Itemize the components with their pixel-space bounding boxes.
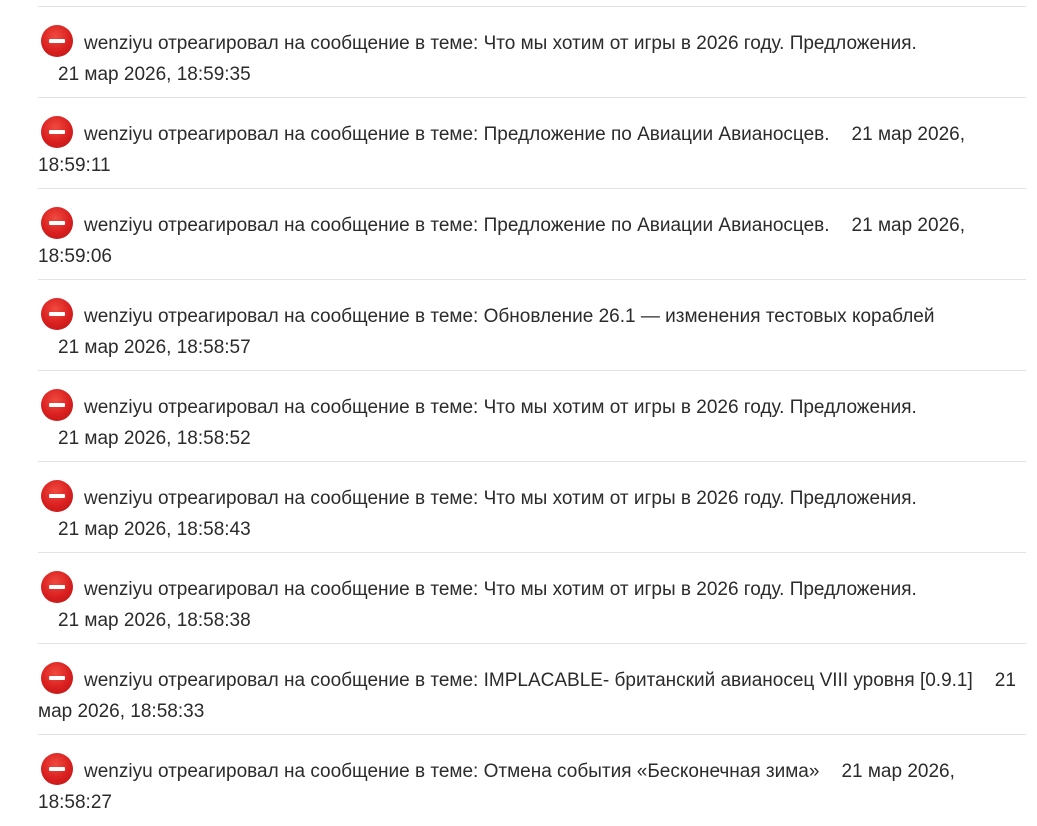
- topic-link[interactable]: Что мы хотим от игры в 2026 году. Предло…: [484, 397, 917, 418]
- activity-item: wenziyu отреагировал на сообщение в теме…: [38, 189, 1026, 280]
- user-link[interactable]: wenziyu: [84, 761, 153, 782]
- activity-text: wenziyu отреагировал на сообщение в теме…: [38, 571, 1018, 636]
- activity-text: wenziyu отреагировал на сообщение в теме…: [38, 753, 1018, 818]
- activity-feed: wenziyu отреагировал на сообщение в теме…: [38, 7, 1026, 826]
- minus-reaction-icon: [41, 298, 73, 330]
- activity-text: wenziyu отреагировал на сообщение в теме…: [38, 480, 1018, 545]
- action-text: отреагировал на сообщение в теме:: [157, 306, 479, 327]
- action-text: отреагировал на сообщение в теме:: [157, 397, 479, 418]
- minus-reaction-icon: [41, 753, 73, 785]
- topic-link[interactable]: Отмена события «Бесконечная зима»: [484, 761, 820, 782]
- activity-item: wenziyu отреагировал на сообщение в теме…: [38, 462, 1026, 553]
- topic-link[interactable]: Предложение по Авиации Авианосцев.: [484, 124, 830, 145]
- activity-item: wenziyu отреагировал на сообщение в теме…: [38, 7, 1026, 98]
- timestamp: 21 мар 2026, 18:59:35: [58, 64, 251, 85]
- topic-link[interactable]: Обновление 26.1 — изменения тестовых кор…: [484, 306, 935, 327]
- timestamp: 21 мар 2026, 18:58:38: [58, 610, 251, 631]
- activity-item: wenziyu отреагировал на сообщение в теме…: [38, 98, 1026, 189]
- activity-text: wenziyu отреагировал на сообщение в теме…: [38, 389, 1018, 454]
- minus-reaction-icon: [41, 207, 73, 239]
- action-text: отреагировал на сообщение в теме:: [157, 33, 479, 54]
- activity-text: wenziyu отреагировал на сообщение в теме…: [38, 207, 1018, 272]
- activity-text: wenziyu отреагировал на сообщение в теме…: [38, 116, 1018, 181]
- activity-item: wenziyu отреагировал на сообщение в теме…: [38, 735, 1026, 826]
- action-text: отреагировал на сообщение в теме:: [157, 215, 479, 236]
- user-link[interactable]: wenziyu: [84, 124, 153, 145]
- action-text: отреагировал на сообщение в теме:: [157, 488, 479, 509]
- action-text: отреагировал на сообщение в теме:: [157, 124, 479, 145]
- action-text: отреагировал на сообщение в теме:: [157, 761, 479, 782]
- timestamp: 21 мар 2026, 18:58:57: [58, 337, 251, 358]
- action-text: отреагировал на сообщение в теме:: [157, 670, 479, 691]
- user-link[interactable]: wenziyu: [84, 488, 153, 509]
- topic-link[interactable]: Предложение по Авиации Авианосцев.: [484, 215, 830, 236]
- activity-item: wenziyu отреагировал на сообщение в теме…: [38, 553, 1026, 644]
- minus-reaction-icon: [41, 25, 73, 57]
- topic-link[interactable]: Что мы хотим от игры в 2026 году. Предло…: [484, 33, 917, 54]
- minus-reaction-icon: [41, 389, 73, 421]
- activity-text: wenziyu отреагировал на сообщение в теме…: [38, 662, 1018, 727]
- user-link[interactable]: wenziyu: [84, 306, 153, 327]
- activity-text: wenziyu отреагировал на сообщение в теме…: [38, 298, 1018, 363]
- topic-link[interactable]: IMPLACABLE- британский авианосец VIII ур…: [484, 670, 973, 691]
- user-link[interactable]: wenziyu: [84, 579, 153, 600]
- topic-link[interactable]: Что мы хотим от игры в 2026 году. Предло…: [484, 488, 917, 509]
- minus-reaction-icon: [41, 571, 73, 603]
- user-link[interactable]: wenziyu: [84, 397, 153, 418]
- user-link[interactable]: wenziyu: [84, 670, 153, 691]
- minus-reaction-icon: [41, 116, 73, 148]
- topic-link[interactable]: Что мы хотим от игры в 2026 году. Предло…: [484, 579, 917, 600]
- action-text: отреагировал на сообщение в теме:: [157, 579, 479, 600]
- user-link[interactable]: wenziyu: [84, 215, 153, 236]
- activity-item: wenziyu отреагировал на сообщение в теме…: [38, 280, 1026, 371]
- timestamp: 21 мар 2026, 18:58:52: [58, 428, 251, 449]
- activity-text: wenziyu отреагировал на сообщение в теме…: [38, 25, 1018, 90]
- user-link[interactable]: wenziyu: [84, 33, 153, 54]
- minus-reaction-icon: [41, 480, 73, 512]
- activity-item: wenziyu отреагировал на сообщение в теме…: [38, 644, 1026, 735]
- minus-reaction-icon: [41, 662, 73, 694]
- timestamp: 21 мар 2026, 18:58:43: [58, 519, 251, 540]
- activity-item: wenziyu отреагировал на сообщение в теме…: [38, 371, 1026, 462]
